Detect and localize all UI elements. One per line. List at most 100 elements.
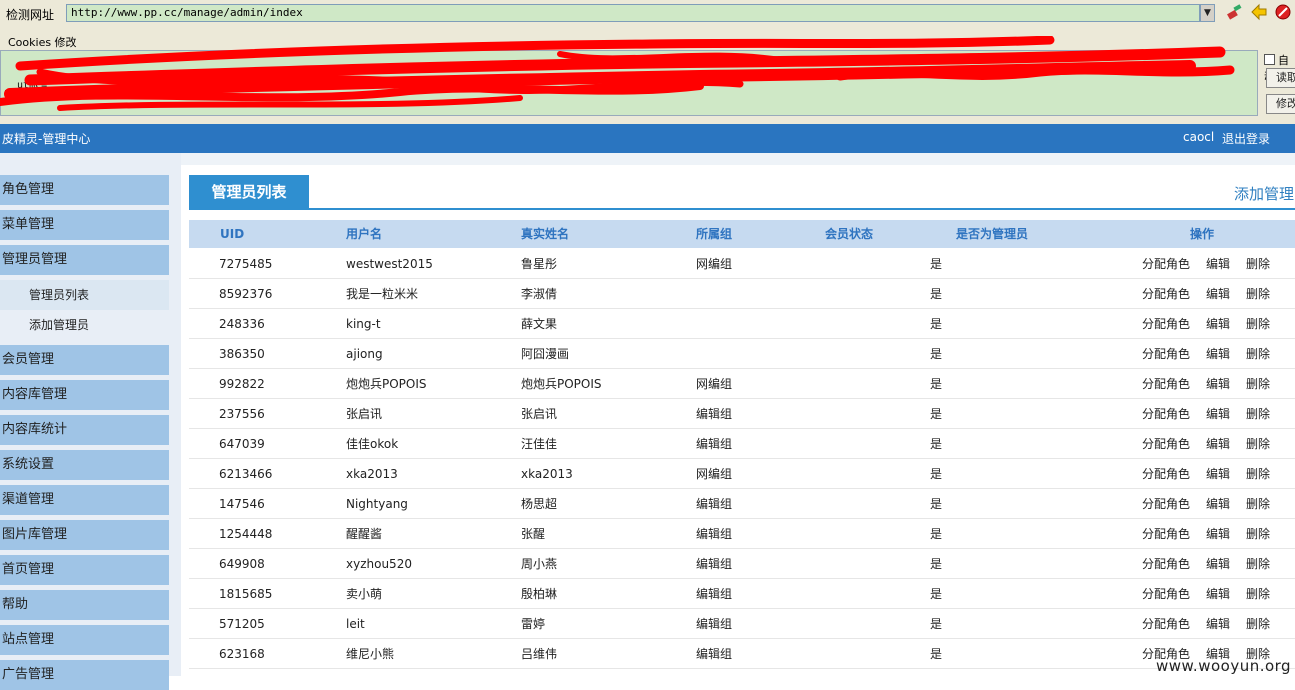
cookies-textarea[interactable]: __utmc= H jz (0, 50, 1258, 116)
cell-uid: 7275485 (219, 257, 273, 271)
cell-uid: 8592376 (219, 287, 273, 301)
cell-group: 编辑组 (696, 437, 733, 451)
assign-role-button[interactable]: 分配角色 (1142, 519, 1190, 549)
cell-group: 网编组 (696, 377, 733, 391)
edit-button[interactable]: 编辑 (1206, 339, 1230, 369)
delete-button[interactable]: 删除 (1246, 519, 1270, 549)
column-header-group: 所属组 (696, 227, 733, 241)
column-header-is-admin: 是否为管理员 (956, 227, 1029, 241)
edit-button[interactable]: 编辑 (1206, 519, 1230, 549)
modify-button[interactable]: 修改 (1266, 94, 1295, 114)
table-row: 386350 ajiong 阿囧漫画 是 分配角色 编辑 删除 (189, 339, 1295, 369)
back-arrow-icon[interactable] (1250, 3, 1268, 21)
sidebar-item-sites[interactable]: 站点管理 (0, 625, 169, 655)
assign-role-button[interactable]: 分配角色 (1142, 279, 1190, 309)
delete-button[interactable]: 删除 (1246, 339, 1270, 369)
cell-realname: xka2013 (521, 467, 573, 481)
cell-username: 维尼小熊 (346, 647, 395, 661)
edit-button[interactable]: 编辑 (1206, 609, 1230, 639)
cell-group: 编辑组 (696, 527, 733, 541)
sidebar-item-members[interactable]: 会员管理 (0, 345, 169, 375)
delete-button[interactable]: 删除 (1246, 249, 1270, 279)
cell-uid: 623168 (219, 647, 265, 661)
edit-button[interactable]: 编辑 (1206, 549, 1230, 579)
column-header-actions: 操作 (1190, 227, 1215, 241)
delete-button[interactable]: 删除 (1246, 369, 1270, 399)
assign-role-button[interactable]: 分配角色 (1142, 429, 1190, 459)
cell-username: ajiong (346, 347, 383, 361)
edit-button[interactable]: 编辑 (1206, 369, 1230, 399)
sidebar-subitem-admin-list[interactable]: 管理员列表 (0, 280, 169, 310)
url-input[interactable]: http://www.pp.cc/manage/admin/index (66, 4, 1200, 22)
sidebar-item-help[interactable]: 帮助 (0, 590, 169, 620)
delete-button[interactable]: 删除 (1246, 399, 1270, 429)
cookie-line: __utmc= (5, 80, 48, 91)
cell-username: 佳佳okok (346, 437, 399, 451)
add-admin-link[interactable]: 添加管理员 (1234, 183, 1295, 204)
cell-realname: 李淑倩 (521, 287, 558, 301)
sidebar-item-settings[interactable]: 系统设置 (0, 450, 169, 480)
assign-role-button[interactable]: 分配角色 (1142, 339, 1190, 369)
cell-group: 编辑组 (696, 557, 733, 571)
cell-uid: 147546 (219, 497, 265, 511)
sidebar-item-menus[interactable]: 菜单管理 (0, 210, 169, 240)
assign-role-button[interactable]: 分配角色 (1142, 459, 1190, 489)
delete-button[interactable]: 删除 (1246, 459, 1270, 489)
sidebar-item-admins[interactable]: 管理员管理 (0, 245, 169, 275)
assign-role-button[interactable]: 分配角色 (1142, 609, 1190, 639)
table-row: 623168 维尼小熊 吕维伟 编辑组是分配角色 编辑 删除 (189, 639, 1295, 669)
cell-group: 编辑组 (696, 647, 733, 661)
delete-button[interactable]: 删除 (1246, 279, 1270, 309)
table-row: 147546 Nightyang 杨思超 编辑组 是 分配角色 编辑 删除 (189, 489, 1295, 519)
sidebar-item-content-lib[interactable]: 内容库管理 (0, 380, 169, 410)
edit-button[interactable]: 编辑 (1206, 579, 1230, 609)
edit-button[interactable]: 编辑 (1206, 399, 1230, 429)
read-button[interactable]: 读取 (1266, 68, 1295, 88)
assign-role-button[interactable]: 分配角色 (1142, 549, 1190, 579)
edit-button[interactable]: 编辑 (1206, 279, 1230, 309)
edit-button[interactable]: 编辑 (1206, 249, 1230, 279)
stop-icon[interactable] (1274, 3, 1292, 21)
tab-admin-list[interactable]: 管理员列表 (189, 175, 309, 209)
cell-is-admin: 是 (930, 257, 943, 271)
edit-button[interactable]: 编辑 (1206, 459, 1230, 489)
edit-button[interactable]: 编辑 (1206, 489, 1230, 519)
cell-realname: 炮炮兵POPOIS (521, 377, 602, 391)
delete-button[interactable]: 删除 (1246, 609, 1270, 639)
cell-group: 编辑组 (696, 617, 733, 631)
assign-role-button[interactable]: 分配角色 (1142, 369, 1190, 399)
edit-button[interactable]: 编辑 (1206, 429, 1230, 459)
cell-realname: 杨思超 (521, 497, 558, 511)
cell-username: 张启讯 (346, 407, 383, 421)
watermark: www.wooyun.org (1156, 657, 1292, 675)
delete-button[interactable]: 删除 (1246, 549, 1270, 579)
assign-role-button[interactable]: 分配角色 (1142, 399, 1190, 429)
url-dropdown-button[interactable]: ▼ (1200, 4, 1215, 22)
assign-role-button[interactable]: 分配角色 (1142, 489, 1190, 519)
edit-button[interactable]: 编辑 (1206, 309, 1230, 339)
sidebar: 角色管理 菜单管理 管理员管理 管理员列表 添加管理员 会员管理 内容库管理 内… (0, 153, 181, 690)
sidebar-subitem-add-admin[interactable]: 添加管理员 (0, 310, 169, 340)
brush-icon[interactable] (1226, 3, 1244, 21)
cell-is-admin: 是 (930, 287, 943, 301)
logout-link[interactable]: 退出登录 (1222, 130, 1270, 147)
sidebar-item-homepage[interactable]: 首页管理 (0, 555, 169, 585)
tab-underline (189, 208, 1295, 210)
sidebar-item-channels[interactable]: 渠道管理 (0, 485, 169, 515)
top-strip (181, 153, 1295, 165)
delete-button[interactable]: 删除 (1246, 429, 1270, 459)
delete-button[interactable]: 删除 (1246, 489, 1270, 519)
cell-realname: 薛文果 (521, 317, 558, 331)
cell-uid: 248336 (219, 317, 265, 331)
delete-button[interactable]: 删除 (1246, 309, 1270, 339)
cell-username: westwest2015 (346, 257, 433, 271)
delete-button[interactable]: 删除 (1246, 579, 1270, 609)
sidebar-item-roles[interactable]: 角色管理 (0, 175, 169, 205)
assign-role-button[interactable]: 分配角色 (1142, 579, 1190, 609)
sidebar-item-images[interactable]: 图片库管理 (0, 520, 169, 550)
sidebar-item-content-stats[interactable]: 内容库统计 (0, 415, 169, 445)
assign-role-button[interactable]: 分配角色 (1142, 309, 1190, 339)
table-row: 248336 king-t 薛文果 是 分配角色 编辑 删除 (189, 309, 1295, 339)
sidebar-item-ads[interactable]: 广告管理 (0, 660, 169, 690)
assign-role-button[interactable]: 分配角色 (1142, 249, 1190, 279)
